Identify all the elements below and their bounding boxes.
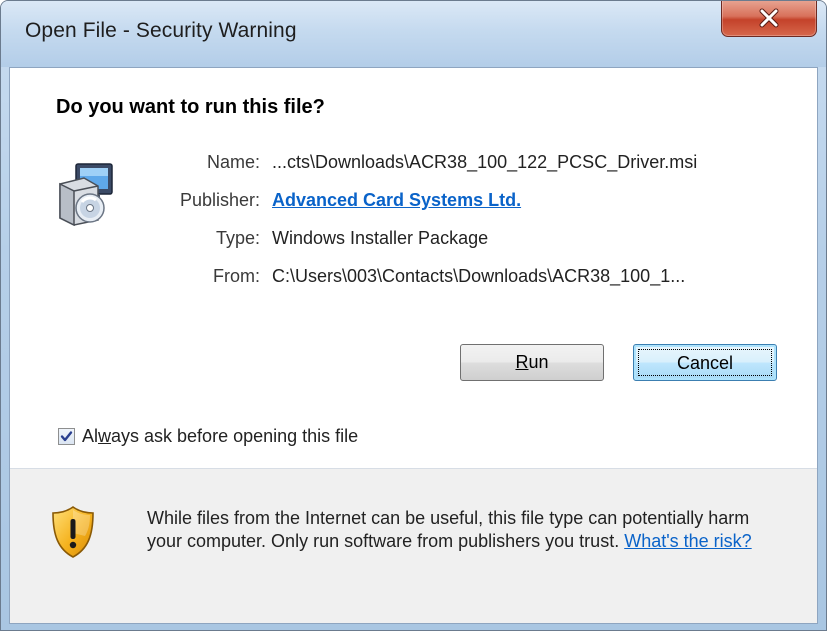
title-bar[interactable]: Open File - Security Warning bbox=[1, 1, 826, 67]
warning-text: While files from the Internet can be use… bbox=[147, 507, 787, 553]
always-ask-label[interactable]: Always ask before opening this file bbox=[82, 426, 358, 447]
publisher-link[interactable]: Advanced Card Systems Ltd. bbox=[272, 190, 521, 211]
windows-installer-icon bbox=[59, 163, 113, 226]
dialog-heading: Do you want to run this file? bbox=[56, 96, 325, 118]
whats-the-risk-link[interactable]: What's the risk? bbox=[624, 531, 751, 551]
always-ask-checkbox[interactable] bbox=[58, 428, 75, 445]
from-value: C:\Users\003\Contacts\Downloads\ACR38_10… bbox=[272, 266, 686, 286]
run-label-accel: R bbox=[515, 352, 529, 372]
close-icon bbox=[759, 8, 779, 28]
cancel-button[interactable]: Cancel bbox=[633, 344, 777, 381]
name-label: Name: bbox=[206, 152, 260, 172]
publisher-label: Publisher: bbox=[179, 190, 260, 210]
type-label: Type: bbox=[215, 228, 260, 248]
always-ask-label-accel: w bbox=[98, 426, 112, 446]
checkmark-icon bbox=[60, 431, 73, 442]
cancel-focus-ring: Cancel bbox=[638, 349, 772, 376]
cancel-label: Cancel bbox=[676, 353, 734, 373]
window-title: Open File - Security Warning bbox=[25, 19, 297, 42]
security-shield-icon bbox=[52, 506, 94, 558]
name-value: ...cts\Downloads\ACR38_100_122_PCSC_Driv… bbox=[272, 152, 698, 172]
run-button[interactable]: Run bbox=[460, 344, 604, 381]
run-label-post: un bbox=[528, 352, 549, 372]
always-ask-label-post: ays ask before opening this file bbox=[111, 426, 359, 446]
always-ask-label-pre: Al bbox=[82, 426, 99, 446]
from-label: From: bbox=[213, 266, 260, 286]
security-warning-window: Open File - Security Warning Do you want… bbox=[0, 0, 827, 631]
dialog-body: Do you want to run this file? Name: ...c… bbox=[9, 67, 818, 624]
close-button[interactable] bbox=[721, 1, 817, 37]
type-value: Windows Installer Package bbox=[272, 228, 489, 248]
warning-footer: While files from the Internet can be use… bbox=[10, 469, 817, 623]
